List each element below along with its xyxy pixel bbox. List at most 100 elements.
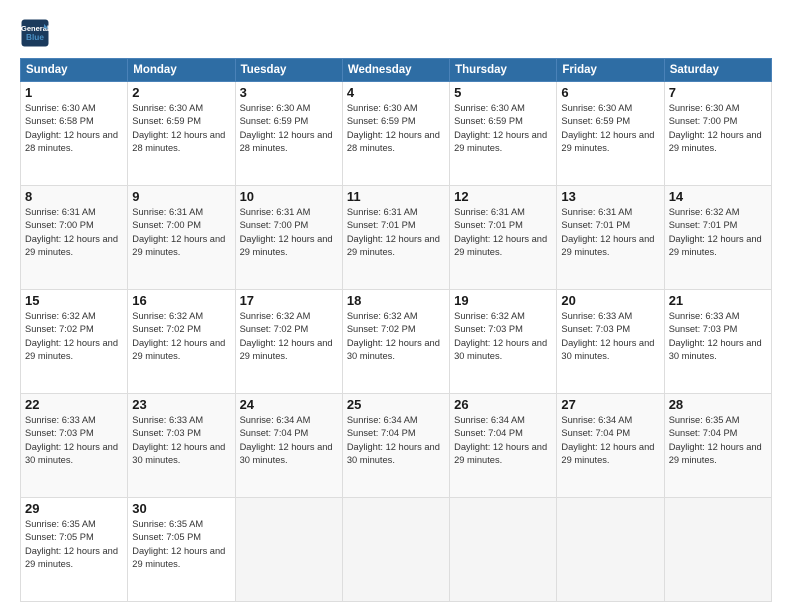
calendar-cell: 21 Sunrise: 6:33 AM Sunset: 7:03 PM Dayl… bbox=[664, 290, 771, 394]
calendar-cell: 3 Sunrise: 6:30 AM Sunset: 6:59 PM Dayli… bbox=[235, 82, 342, 186]
calendar-cell: 18 Sunrise: 6:32 AM Sunset: 7:02 PM Dayl… bbox=[342, 290, 449, 394]
day-number: 4 bbox=[347, 85, 445, 100]
day-number: 20 bbox=[561, 293, 659, 308]
calendar-cell: 16 Sunrise: 6:32 AM Sunset: 7:02 PM Dayl… bbox=[128, 290, 235, 394]
day-number: 12 bbox=[454, 189, 552, 204]
calendar-cell: 30 Sunrise: 6:35 AM Sunset: 7:05 PM Dayl… bbox=[128, 498, 235, 602]
calendar-header-row: SundayMondayTuesdayWednesdayThursdayFrid… bbox=[21, 59, 772, 82]
day-number: 13 bbox=[561, 189, 659, 204]
calendar-cell: 7 Sunrise: 6:30 AM Sunset: 7:00 PM Dayli… bbox=[664, 82, 771, 186]
day-info: Sunrise: 6:32 AM Sunset: 7:02 PM Dayligh… bbox=[347, 310, 445, 364]
calendar-cell: 13 Sunrise: 6:31 AM Sunset: 7:01 PM Dayl… bbox=[557, 186, 664, 290]
day-info: Sunrise: 6:30 AM Sunset: 6:59 PM Dayligh… bbox=[132, 102, 230, 156]
day-number: 7 bbox=[669, 85, 767, 100]
day-info: Sunrise: 6:32 AM Sunset: 7:02 PM Dayligh… bbox=[132, 310, 230, 364]
day-header-friday: Friday bbox=[557, 59, 664, 82]
calendar-cell: 2 Sunrise: 6:30 AM Sunset: 6:59 PM Dayli… bbox=[128, 82, 235, 186]
day-number: 17 bbox=[240, 293, 338, 308]
day-info: Sunrise: 6:30 AM Sunset: 7:00 PM Dayligh… bbox=[669, 102, 767, 156]
day-info: Sunrise: 6:32 AM Sunset: 7:03 PM Dayligh… bbox=[454, 310, 552, 364]
day-info: Sunrise: 6:31 AM Sunset: 7:00 PM Dayligh… bbox=[132, 206, 230, 260]
day-info: Sunrise: 6:30 AM Sunset: 6:58 PM Dayligh… bbox=[25, 102, 123, 156]
day-number: 1 bbox=[25, 85, 123, 100]
day-info: Sunrise: 6:32 AM Sunset: 7:01 PM Dayligh… bbox=[669, 206, 767, 260]
calendar-cell: 26 Sunrise: 6:34 AM Sunset: 7:04 PM Dayl… bbox=[450, 394, 557, 498]
day-info: Sunrise: 6:30 AM Sunset: 6:59 PM Dayligh… bbox=[561, 102, 659, 156]
day-number: 15 bbox=[25, 293, 123, 308]
calendar-week-0: 1 Sunrise: 6:30 AM Sunset: 6:58 PM Dayli… bbox=[21, 82, 772, 186]
day-info: Sunrise: 6:33 AM Sunset: 7:03 PM Dayligh… bbox=[132, 414, 230, 468]
calendar-week-2: 15 Sunrise: 6:32 AM Sunset: 7:02 PM Dayl… bbox=[21, 290, 772, 394]
svg-text:Blue: Blue bbox=[26, 33, 44, 42]
calendar-cell: 6 Sunrise: 6:30 AM Sunset: 6:59 PM Dayli… bbox=[557, 82, 664, 186]
day-number: 22 bbox=[25, 397, 123, 412]
calendar-cell bbox=[557, 498, 664, 602]
day-header-thursday: Thursday bbox=[450, 59, 557, 82]
logo: General Blue bbox=[20, 18, 50, 48]
calendar-cell bbox=[342, 498, 449, 602]
day-number: 29 bbox=[25, 501, 123, 516]
day-number: 18 bbox=[347, 293, 445, 308]
day-number: 8 bbox=[25, 189, 123, 204]
day-number: 6 bbox=[561, 85, 659, 100]
day-number: 3 bbox=[240, 85, 338, 100]
day-info: Sunrise: 6:33 AM Sunset: 7:03 PM Dayligh… bbox=[669, 310, 767, 364]
day-number: 14 bbox=[669, 189, 767, 204]
day-number: 23 bbox=[132, 397, 230, 412]
day-number: 25 bbox=[347, 397, 445, 412]
day-header-tuesday: Tuesday bbox=[235, 59, 342, 82]
day-header-saturday: Saturday bbox=[664, 59, 771, 82]
calendar-table: SundayMondayTuesdayWednesdayThursdayFrid… bbox=[20, 58, 772, 602]
logo-icon: General Blue bbox=[20, 18, 50, 48]
calendar-cell: 25 Sunrise: 6:34 AM Sunset: 7:04 PM Dayl… bbox=[342, 394, 449, 498]
calendar-cell: 19 Sunrise: 6:32 AM Sunset: 7:03 PM Dayl… bbox=[450, 290, 557, 394]
calendar-cell: 10 Sunrise: 6:31 AM Sunset: 7:00 PM Dayl… bbox=[235, 186, 342, 290]
calendar-cell: 11 Sunrise: 6:31 AM Sunset: 7:01 PM Dayl… bbox=[342, 186, 449, 290]
calendar-cell: 28 Sunrise: 6:35 AM Sunset: 7:04 PM Dayl… bbox=[664, 394, 771, 498]
calendar-cell: 22 Sunrise: 6:33 AM Sunset: 7:03 PM Dayl… bbox=[21, 394, 128, 498]
day-info: Sunrise: 6:33 AM Sunset: 7:03 PM Dayligh… bbox=[25, 414, 123, 468]
day-info: Sunrise: 6:30 AM Sunset: 6:59 PM Dayligh… bbox=[347, 102, 445, 156]
day-header-wednesday: Wednesday bbox=[342, 59, 449, 82]
calendar-week-1: 8 Sunrise: 6:31 AM Sunset: 7:00 PM Dayli… bbox=[21, 186, 772, 290]
day-info: Sunrise: 6:34 AM Sunset: 7:04 PM Dayligh… bbox=[454, 414, 552, 468]
day-info: Sunrise: 6:31 AM Sunset: 7:01 PM Dayligh… bbox=[454, 206, 552, 260]
day-number: 19 bbox=[454, 293, 552, 308]
calendar-cell: 4 Sunrise: 6:30 AM Sunset: 6:59 PM Dayli… bbox=[342, 82, 449, 186]
calendar-cell: 15 Sunrise: 6:32 AM Sunset: 7:02 PM Dayl… bbox=[21, 290, 128, 394]
page: General Blue SundayMondayTuesdayWednesda… bbox=[0, 0, 792, 612]
day-info: Sunrise: 6:31 AM Sunset: 7:00 PM Dayligh… bbox=[25, 206, 123, 260]
calendar-cell: 23 Sunrise: 6:33 AM Sunset: 7:03 PM Dayl… bbox=[128, 394, 235, 498]
header: General Blue bbox=[20, 18, 772, 48]
day-number: 16 bbox=[132, 293, 230, 308]
day-info: Sunrise: 6:31 AM Sunset: 7:01 PM Dayligh… bbox=[347, 206, 445, 260]
calendar-cell bbox=[235, 498, 342, 602]
calendar-cell: 24 Sunrise: 6:34 AM Sunset: 7:04 PM Dayl… bbox=[235, 394, 342, 498]
day-info: Sunrise: 6:31 AM Sunset: 7:01 PM Dayligh… bbox=[561, 206, 659, 260]
day-number: 5 bbox=[454, 85, 552, 100]
calendar-cell bbox=[450, 498, 557, 602]
day-number: 11 bbox=[347, 189, 445, 204]
day-number: 30 bbox=[132, 501, 230, 516]
day-info: Sunrise: 6:35 AM Sunset: 7:04 PM Dayligh… bbox=[669, 414, 767, 468]
day-info: Sunrise: 6:35 AM Sunset: 7:05 PM Dayligh… bbox=[25, 518, 123, 572]
calendar-cell: 8 Sunrise: 6:31 AM Sunset: 7:00 PM Dayli… bbox=[21, 186, 128, 290]
calendar-cell: 14 Sunrise: 6:32 AM Sunset: 7:01 PM Dayl… bbox=[664, 186, 771, 290]
day-info: Sunrise: 6:33 AM Sunset: 7:03 PM Dayligh… bbox=[561, 310, 659, 364]
calendar-cell: 12 Sunrise: 6:31 AM Sunset: 7:01 PM Dayl… bbox=[450, 186, 557, 290]
calendar-cell bbox=[664, 498, 771, 602]
calendar-cell: 5 Sunrise: 6:30 AM Sunset: 6:59 PM Dayli… bbox=[450, 82, 557, 186]
calendar-cell: 1 Sunrise: 6:30 AM Sunset: 6:58 PM Dayli… bbox=[21, 82, 128, 186]
calendar-week-4: 29 Sunrise: 6:35 AM Sunset: 7:05 PM Dayl… bbox=[21, 498, 772, 602]
day-number: 9 bbox=[132, 189, 230, 204]
day-number: 21 bbox=[669, 293, 767, 308]
day-info: Sunrise: 6:31 AM Sunset: 7:00 PM Dayligh… bbox=[240, 206, 338, 260]
day-info: Sunrise: 6:30 AM Sunset: 6:59 PM Dayligh… bbox=[240, 102, 338, 156]
day-info: Sunrise: 6:32 AM Sunset: 7:02 PM Dayligh… bbox=[240, 310, 338, 364]
day-info: Sunrise: 6:32 AM Sunset: 7:02 PM Dayligh… bbox=[25, 310, 123, 364]
day-info: Sunrise: 6:30 AM Sunset: 6:59 PM Dayligh… bbox=[454, 102, 552, 156]
day-number: 24 bbox=[240, 397, 338, 412]
day-number: 2 bbox=[132, 85, 230, 100]
calendar-week-3: 22 Sunrise: 6:33 AM Sunset: 7:03 PM Dayl… bbox=[21, 394, 772, 498]
calendar-cell: 17 Sunrise: 6:32 AM Sunset: 7:02 PM Dayl… bbox=[235, 290, 342, 394]
